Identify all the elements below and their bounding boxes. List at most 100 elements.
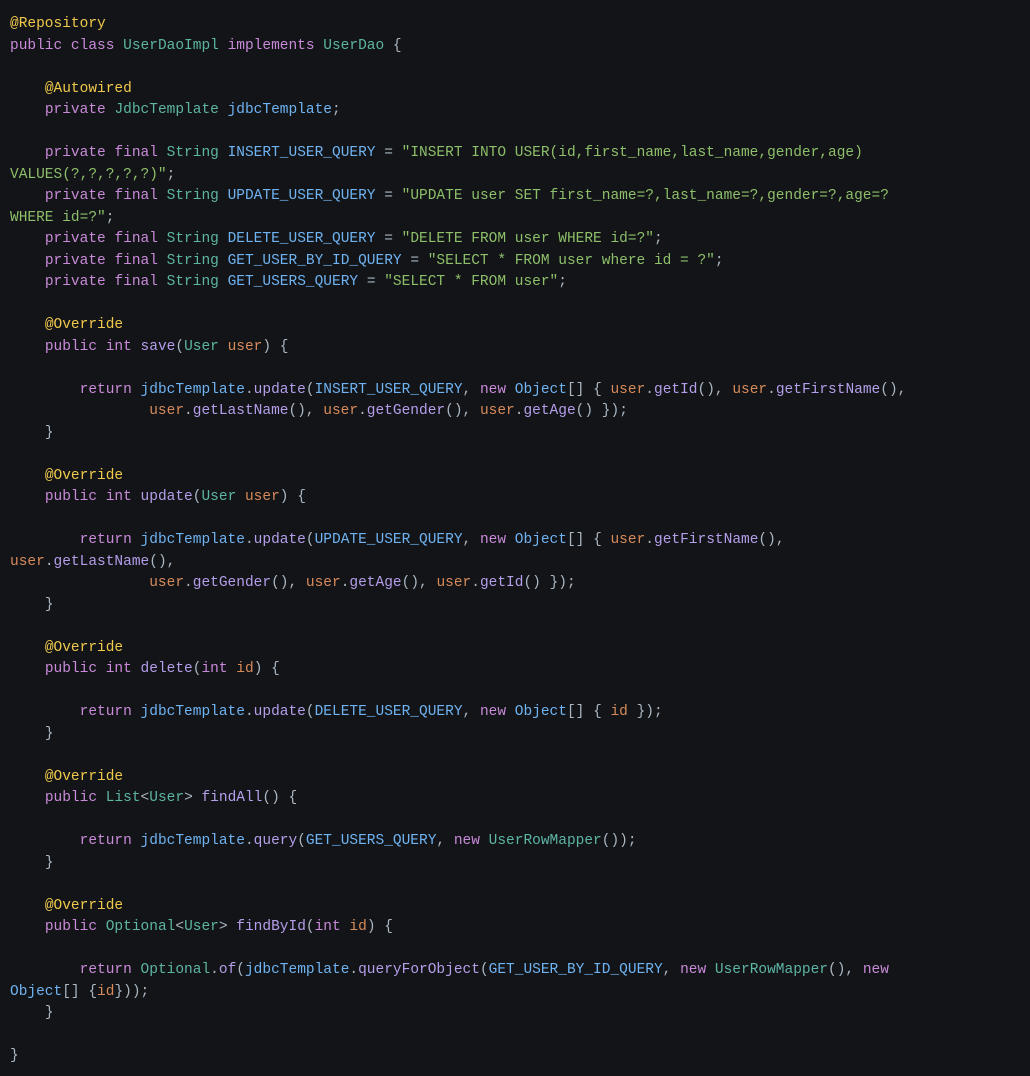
code-token: List bbox=[106, 790, 141, 806]
code-token bbox=[10, 403, 149, 419]
code-token bbox=[10, 145, 45, 161]
code-token: GET_USER_BY_ID_QUERY bbox=[228, 253, 402, 269]
code-token: private bbox=[45, 102, 106, 118]
code-token: , bbox=[776, 532, 785, 548]
code-token bbox=[10, 962, 80, 978]
code-token: UserDaoImpl bbox=[123, 38, 219, 54]
code-token: , bbox=[463, 403, 472, 419]
code-token: { bbox=[593, 704, 602, 720]
code-token: , bbox=[288, 575, 297, 591]
code-token: [ bbox=[62, 984, 71, 1000]
code-token bbox=[10, 661, 45, 677]
code-token: > bbox=[184, 790, 193, 806]
code-token: { bbox=[289, 790, 298, 806]
code-token: "SELECT * FROM user" bbox=[384, 274, 558, 290]
code-token: { bbox=[593, 532, 602, 548]
code-token bbox=[97, 919, 106, 935]
code-token: = bbox=[384, 145, 393, 161]
code-token: user bbox=[228, 339, 263, 355]
code-token: private bbox=[45, 231, 106, 247]
code-token: UPDATE_USER_QUERY bbox=[315, 532, 463, 548]
code-token bbox=[471, 532, 480, 548]
code-token: final bbox=[114, 253, 158, 269]
code-token bbox=[376, 274, 385, 290]
code-token: return bbox=[80, 382, 132, 398]
code-token: ( bbox=[236, 962, 245, 978]
code-token bbox=[10, 1005, 45, 1021]
code-token: ) bbox=[767, 532, 776, 548]
code-token bbox=[376, 919, 385, 935]
code-token: ; bbox=[141, 984, 150, 1000]
code-token: = bbox=[410, 253, 419, 269]
code-token: String bbox=[167, 253, 219, 269]
code-token: implements bbox=[228, 38, 315, 54]
code-token: ) bbox=[610, 403, 619, 419]
code-token: new bbox=[863, 962, 889, 978]
code-token: Object bbox=[515, 382, 567, 398]
code-token: private bbox=[45, 188, 106, 204]
code-token: getAge bbox=[349, 575, 401, 591]
code-token bbox=[376, 231, 385, 247]
code-token bbox=[219, 102, 228, 118]
code-token: id bbox=[97, 984, 114, 1000]
code-token: ; bbox=[654, 704, 663, 720]
code-token: ) bbox=[158, 554, 167, 570]
code-token: getGender bbox=[193, 575, 271, 591]
code-token: ) bbox=[410, 575, 419, 591]
code-token bbox=[628, 704, 637, 720]
code-token: new bbox=[480, 382, 506, 398]
code-token: new bbox=[480, 532, 506, 548]
code-token bbox=[280, 790, 289, 806]
code-token: ) bbox=[262, 339, 271, 355]
code-token: UserDao bbox=[323, 38, 384, 54]
code-token bbox=[158, 274, 167, 290]
code-token: GET_USER_BY_ID_QUERY bbox=[489, 962, 663, 978]
code-token: ( bbox=[758, 532, 767, 548]
code-token bbox=[228, 919, 237, 935]
code-token: String bbox=[167, 274, 219, 290]
code-token: User bbox=[149, 790, 184, 806]
code-token bbox=[506, 704, 515, 720]
code-token: ) bbox=[532, 575, 541, 591]
code-token: ; bbox=[106, 210, 115, 226]
code-token bbox=[445, 833, 454, 849]
code-token: [ bbox=[567, 532, 576, 548]
code-token: public bbox=[45, 489, 97, 505]
code-token: ; bbox=[715, 253, 724, 269]
code-token: Object bbox=[515, 704, 567, 720]
code-token: int bbox=[315, 919, 341, 935]
code-token bbox=[10, 704, 80, 720]
code-token: , bbox=[463, 532, 472, 548]
code-token: public bbox=[10, 38, 62, 54]
code-token bbox=[158, 253, 167, 269]
code-token: "SELECT * FROM user where id = ?" bbox=[428, 253, 715, 269]
code-token: getLastName bbox=[54, 554, 150, 570]
code-token: ( bbox=[271, 575, 280, 591]
code-token bbox=[393, 188, 402, 204]
code-token bbox=[262, 661, 271, 677]
code-token: ( bbox=[306, 532, 315, 548]
code-token: @Override bbox=[45, 769, 123, 785]
code-token: update bbox=[254, 382, 306, 398]
code-token: jdbcTemplate bbox=[141, 833, 245, 849]
code-token: ; bbox=[558, 274, 567, 290]
code-token: } bbox=[45, 425, 54, 441]
code-token: @Override bbox=[45, 640, 123, 656]
code-token: final bbox=[114, 274, 158, 290]
code-editor[interactable]: @Repository public class UserDaoImpl imp… bbox=[0, 0, 1030, 1076]
code-token bbox=[10, 790, 45, 806]
code-token bbox=[289, 489, 298, 505]
code-token bbox=[10, 532, 80, 548]
code-token: . bbox=[471, 575, 480, 591]
code-token: ) bbox=[367, 919, 376, 935]
code-token: . bbox=[645, 382, 654, 398]
code-token: int bbox=[201, 661, 227, 677]
code-token: VALUES(?,?,?,?,?)" bbox=[10, 167, 167, 183]
code-token bbox=[10, 726, 45, 742]
code-token: Object bbox=[515, 532, 567, 548]
code-token bbox=[10, 919, 45, 935]
code-token bbox=[358, 274, 367, 290]
code-token: new bbox=[454, 833, 480, 849]
code-token: GET_USERS_QUERY bbox=[306, 833, 437, 849]
code-token: . bbox=[245, 382, 254, 398]
